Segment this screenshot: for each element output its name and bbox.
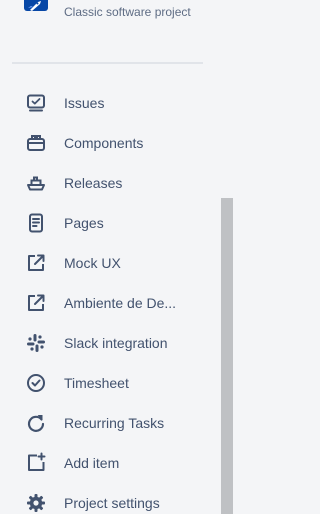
- sidebar-item-label: Recurring Tasks: [64, 415, 165, 431]
- issues-icon: [24, 91, 48, 115]
- sidebar-item-pages[interactable]: Pages: [0, 203, 221, 243]
- external-link-icon: [24, 291, 48, 315]
- add-item-icon: [24, 451, 48, 475]
- sidebar-item-issues[interactable]: Issues: [0, 83, 221, 123]
- sidebar-item-label: Add item: [64, 455, 120, 471]
- check-circle-icon: [24, 371, 48, 395]
- components-icon: [24, 131, 48, 155]
- sidebar-item-ambiente[interactable]: Ambiente de De...: [0, 283, 221, 323]
- sidebar-item-mock-ux[interactable]: Mock UX: [0, 243, 221, 283]
- sidebar-item-label: Slack integration: [64, 335, 168, 351]
- project-avatar[interactable]: [24, 0, 48, 11]
- sidebar-item-label: Issues: [64, 95, 105, 111]
- sidebar-item-slack-integration[interactable]: Slack integration: [0, 323, 221, 363]
- sidebar-item-recurring-tasks[interactable]: Recurring Tasks: [0, 403, 221, 443]
- project-navigation: Issues Components Releases Pages Mock UX…: [0, 83, 221, 514]
- sidebar-item-label: Timesheet: [64, 375, 129, 391]
- rocket-icon: [28, 1, 41, 11]
- sidebar-item-label: Components: [64, 135, 144, 151]
- external-link-icon: [24, 251, 48, 275]
- sidebar-item-components[interactable]: Components: [0, 123, 221, 163]
- sidebar-item-label: Releases: [64, 175, 123, 191]
- page-icon: [24, 211, 48, 235]
- sidebar-divider: [12, 62, 203, 64]
- ship-icon: [24, 171, 48, 195]
- sidebar-item-releases[interactable]: Releases: [0, 163, 221, 203]
- sidebar-item-timesheet[interactable]: Timesheet: [0, 363, 221, 403]
- gear-icon: [24, 491, 48, 514]
- sidebar-item-add-item[interactable]: Add item: [0, 443, 221, 483]
- sidebar-item-label: Mock UX: [64, 255, 121, 271]
- sidebar-item-project-settings[interactable]: Project settings: [0, 483, 221, 514]
- slack-icon: [24, 331, 48, 355]
- sidebar-scrollbar-thumb[interactable]: [221, 198, 233, 514]
- sidebar-item-label: Project settings: [64, 495, 160, 511]
- refresh-icon: [24, 411, 48, 435]
- project-header: Classic software project: [0, 0, 221, 40]
- project-type-label: Classic software project: [64, 5, 191, 19]
- sidebar-item-label: Pages: [64, 215, 104, 231]
- sidebar-item-label: Ambiente de De...: [64, 295, 177, 311]
